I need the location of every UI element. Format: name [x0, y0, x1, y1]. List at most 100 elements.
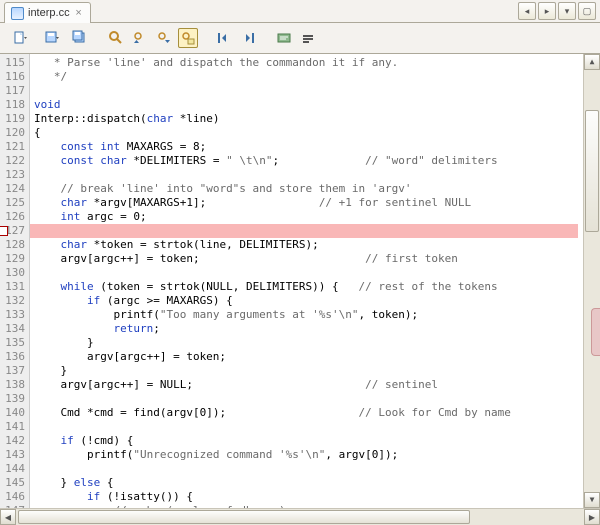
code-line[interactable]: const int MAXARGS = 8;: [34, 140, 600, 154]
code-line[interactable]: char *token = strtok(line, DELIMITERS);: [34, 238, 600, 252]
code-line[interactable]: if (!isatty()) {: [34, 490, 600, 504]
tab-scroll-left[interactable]: ◂: [518, 2, 536, 20]
line-number[interactable]: 129: [0, 252, 25, 266]
horizontal-scrollbar[interactable]: ◀ ▶: [0, 508, 600, 525]
line-number[interactable]: 147: [0, 504, 25, 508]
line-number[interactable]: 126: [0, 210, 25, 224]
scroll-track-h[interactable]: [16, 509, 584, 525]
side-drag-handle[interactable]: [591, 308, 600, 356]
cpp-file-icon: [11, 7, 24, 20]
code-line[interactable]: {: [34, 126, 600, 140]
vertical-scrollbar[interactable]: ▲ ▼: [583, 54, 600, 508]
code-line[interactable]: printf("Unrecognized command '%s'\n", ar…: [34, 448, 600, 462]
code-line[interactable]: }: [34, 364, 600, 378]
code-line[interactable]: * Parse 'line' and dispatch the commando…: [34, 56, 600, 70]
scroll-thumb-h[interactable]: [18, 510, 470, 524]
line-number[interactable]: 130: [0, 266, 25, 280]
code-line[interactable]: printf("Too many arguments at '%s'\n", t…: [34, 308, 600, 322]
find-button[interactable]: [106, 28, 126, 48]
line-number-gutter[interactable]: 1151161171181191201211221231241251261271…: [0, 54, 30, 508]
scroll-left-button[interactable]: ◀: [0, 509, 16, 525]
scroll-thumb-v[interactable]: [585, 110, 599, 232]
tab-scroll-right[interactable]: ▸: [538, 2, 556, 20]
code-line[interactable]: argv[argc++] = token; // first token: [34, 252, 600, 266]
line-number[interactable]: 120: [0, 126, 25, 140]
line-number[interactable]: 137: [0, 364, 25, 378]
save-button[interactable]: [38, 28, 66, 48]
line-number[interactable]: 123: [0, 168, 25, 182]
line-number[interactable]: 135: [0, 336, 25, 350]
code-line[interactable]: int argc = 0;: [34, 210, 600, 224]
code-line[interactable]: if (argc >= MAXARGS) {: [34, 294, 600, 308]
code-line[interactable]: [34, 420, 600, 434]
shift-right-button[interactable]: [238, 28, 258, 48]
line-number[interactable]: 138: [0, 378, 25, 392]
code-line[interactable]: [30, 224, 578, 238]
save-all-button[interactable]: [70, 28, 90, 48]
line-number[interactable]: 143: [0, 448, 25, 462]
code-editor[interactable]: * Parse 'line' and dispatch the commando…: [30, 54, 600, 508]
tab-maximize-button[interactable]: ▢: [578, 2, 596, 20]
code-line[interactable]: */: [34, 70, 600, 84]
code-line[interactable]: // break 'line' into "word"s and store t…: [34, 182, 600, 196]
line-number[interactable]: 132: [0, 294, 25, 308]
line-number[interactable]: 139: [0, 392, 25, 406]
line-number[interactable]: 122: [0, 154, 25, 168]
line-number[interactable]: 133: [0, 308, 25, 322]
code-line[interactable]: // echo (analog of dbx -e): [34, 504, 600, 508]
new-file-button[interactable]: [6, 28, 34, 48]
code-line[interactable]: [34, 266, 600, 280]
shift-left-button[interactable]: [214, 28, 234, 48]
code-line[interactable]: return;: [34, 322, 600, 336]
line-number[interactable]: 115: [0, 56, 25, 70]
code-line[interactable]: [34, 84, 600, 98]
line-number[interactable]: 127: [0, 224, 25, 238]
line-number[interactable]: 146: [0, 490, 25, 504]
code-line[interactable]: argv[argc++] = token;: [34, 350, 600, 364]
code-line[interactable]: const char *DELIMITERS = " \t\n"; // "wo…: [34, 154, 600, 168]
scroll-up-button[interactable]: ▲: [584, 54, 600, 70]
line-number[interactable]: 140: [0, 406, 25, 420]
code-line[interactable]: argv[argc++] = NULL; // sentinel: [34, 378, 600, 392]
line-number[interactable]: 119: [0, 112, 25, 126]
line-number[interactable]: 121: [0, 140, 25, 154]
line-number[interactable]: 136: [0, 350, 25, 364]
breakpoint-marker[interactable]: [0, 226, 8, 236]
code-line[interactable]: [34, 462, 600, 476]
line-number[interactable]: 134: [0, 322, 25, 336]
line-number[interactable]: 131: [0, 280, 25, 294]
line-number[interactable]: 118: [0, 98, 25, 112]
code-line[interactable]: Interp::dispatch(char *line): [34, 112, 600, 126]
file-tab[interactable]: interp.cc ×: [4, 2, 91, 23]
code-line[interactable]: char *argv[MAXARGS+1]; // +1 for sentine…: [34, 196, 600, 210]
code-line[interactable]: while (token = strtok(NULL, DELIMITERS))…: [34, 280, 600, 294]
code-line[interactable]: if (!cmd) {: [34, 434, 600, 448]
line-number[interactable]: 124: [0, 182, 25, 196]
line-number[interactable]: 117: [0, 84, 25, 98]
line-number[interactable]: 144: [0, 462, 25, 476]
scroll-down-button[interactable]: ▼: [584, 492, 600, 508]
scroll-right-button[interactable]: ▶: [584, 509, 600, 525]
find-prev-button[interactable]: [130, 28, 150, 48]
line-number[interactable]: 142: [0, 434, 25, 448]
code-line[interactable]: [34, 168, 600, 182]
scroll-track-v[interactable]: [584, 70, 600, 492]
line-number[interactable]: 116: [0, 70, 25, 84]
line-number[interactable]: 145: [0, 476, 25, 490]
toolbar: [0, 23, 600, 54]
tab-bar: interp.cc × ◂ ▸ ▾ ▢: [0, 0, 600, 23]
tab-close-button[interactable]: ×: [74, 8, 84, 18]
code-line[interactable]: } else {: [34, 476, 600, 490]
line-number[interactable]: 141: [0, 420, 25, 434]
code-line[interactable]: Cmd *cmd = find(argv[0]); // Look for Cm…: [34, 406, 600, 420]
highlight-button[interactable]: [178, 28, 198, 48]
code-line[interactable]: }: [34, 336, 600, 350]
code-line[interactable]: void: [34, 98, 600, 112]
uncomment-button[interactable]: [298, 28, 318, 48]
find-next-button[interactable]: [154, 28, 174, 48]
code-line[interactable]: [34, 392, 600, 406]
line-number[interactable]: 128: [0, 238, 25, 252]
tab-list-button[interactable]: ▾: [558, 2, 576, 20]
line-number[interactable]: 125: [0, 196, 25, 210]
comment-button[interactable]: [274, 28, 294, 48]
